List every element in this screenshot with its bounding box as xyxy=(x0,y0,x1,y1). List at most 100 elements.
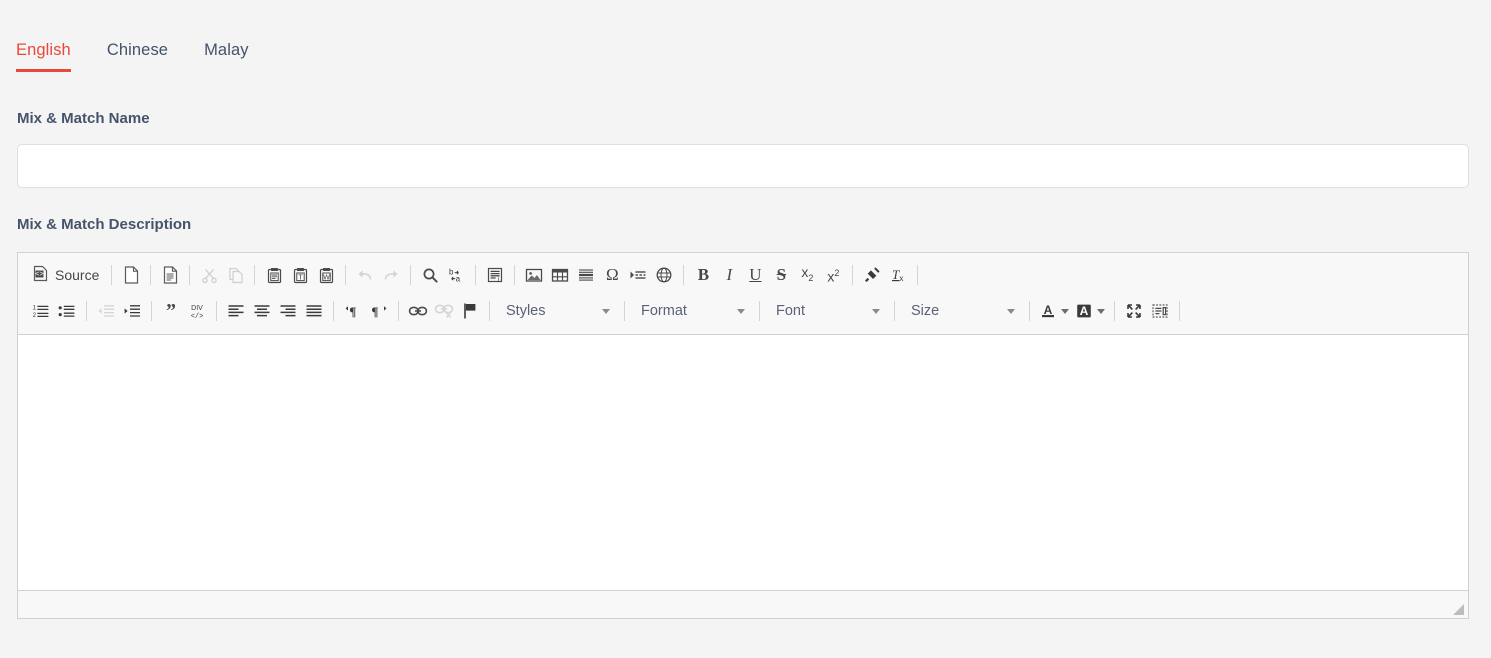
svg-text:<>: <> xyxy=(35,271,43,279)
svg-text:a: a xyxy=(456,274,461,283)
align-center-icon[interactable] xyxy=(249,298,275,324)
mix-match-name-label: Mix & Match Name xyxy=(17,110,150,127)
source-icon: <> xyxy=(32,265,49,285)
page-break-icon[interactable] xyxy=(625,262,651,288)
toolbar-separator xyxy=(624,301,625,321)
chevron-down-icon xyxy=(737,308,745,314)
div-container-icon[interactable]: DIV </> xyxy=(184,298,210,324)
select-all-icon[interactable]: I xyxy=(482,262,508,288)
iframe-icon[interactable] xyxy=(651,262,677,288)
chevron-down-icon xyxy=(1007,308,1015,314)
toolbar-separator xyxy=(345,265,347,285)
chevron-down-icon xyxy=(602,308,610,314)
tab-english-label: English xyxy=(16,41,71,59)
strikethrough-icon[interactable]: S xyxy=(768,262,794,288)
editor-status-bar xyxy=(18,590,1468,618)
toolbar-separator xyxy=(894,301,895,321)
mix-match-name-input[interactable] xyxy=(17,144,1469,188)
cut-icon[interactable] xyxy=(196,262,222,288)
bulleted-list-icon[interactable] xyxy=(54,298,80,324)
subscript-icon[interactable]: x2 xyxy=(794,262,820,288)
font-dropdown-label: Font xyxy=(776,303,806,319)
align-right-icon[interactable] xyxy=(275,298,301,324)
paste-icon[interactable] xyxy=(261,262,287,288)
text-direction-ltr-icon[interactable]: ¶ xyxy=(340,298,366,324)
tab-chinese[interactable]: Chinese xyxy=(89,40,186,72)
tab-english[interactable]: English xyxy=(16,40,89,72)
svg-text:W: W xyxy=(323,274,330,281)
copy-icon[interactable] xyxy=(222,262,248,288)
underline-icon[interactable]: U xyxy=(742,262,768,288)
toolbar-separator xyxy=(683,265,685,285)
superscript-icon[interactable]: x2 xyxy=(820,262,846,288)
text-direction-rtl-icon[interactable]: ¶ xyxy=(366,298,392,324)
show-blocks-icon[interactable] xyxy=(1147,298,1173,324)
text-color-icon[interactable]: A xyxy=(1036,298,1072,324)
maximize-icon[interactable] xyxy=(1121,298,1147,324)
svg-text:¶: ¶ xyxy=(349,304,356,319)
toolbar-separator xyxy=(111,265,113,285)
image-icon[interactable] xyxy=(521,262,547,288)
link-icon[interactable] xyxy=(405,298,431,324)
increase-indent-icon[interactable] xyxy=(119,298,145,324)
blockquote-icon[interactable]: ” xyxy=(158,298,184,324)
paste-from-word-icon[interactable]: W xyxy=(313,262,339,288)
mix-match-description-label: Mix & Match Description xyxy=(17,216,192,233)
toolbar-separator xyxy=(86,301,87,321)
font-dropdown[interactable]: Font xyxy=(768,298,886,324)
source-button[interactable]: <> Source xyxy=(28,262,105,288)
toolbar-separator xyxy=(1114,301,1115,321)
bold-icon[interactable]: B xyxy=(690,262,716,288)
styles-dropdown-label: Styles xyxy=(506,303,546,319)
templates-icon[interactable] xyxy=(157,262,183,288)
special-character-icon[interactable]: Ω xyxy=(599,262,625,288)
unlink-icon[interactable] xyxy=(431,298,457,324)
toolbar-separator xyxy=(398,301,399,321)
svg-text:I: I xyxy=(498,276,500,283)
numbered-list-icon[interactable]: 1 2 xyxy=(28,298,54,324)
chevron-down-icon xyxy=(872,308,880,314)
styles-dropdown[interactable]: Styles xyxy=(498,298,616,324)
tab-malay-label: Malay xyxy=(204,41,249,59)
toolbar-separator xyxy=(216,301,217,321)
description-editor-body[interactable] xyxy=(18,335,1468,590)
toolbar-separator xyxy=(333,301,334,321)
chevron-down-icon xyxy=(1097,308,1105,314)
find-icon[interactable] xyxy=(417,262,443,288)
size-dropdown[interactable]: Size xyxy=(903,298,1021,324)
resize-grip-icon[interactable] xyxy=(1453,604,1464,615)
align-left-icon[interactable] xyxy=(223,298,249,324)
table-icon[interactable] xyxy=(547,262,573,288)
toolbar-separator xyxy=(759,301,760,321)
toolbar-separator xyxy=(254,265,256,285)
anchor-icon[interactable] xyxy=(457,298,483,324)
toolbar-separator xyxy=(852,265,854,285)
format-dropdown[interactable]: Format xyxy=(633,298,751,324)
mix-and-match-form: English Chinese Malay Mix & Match Name M… xyxy=(0,0,1491,658)
toolbar-separator xyxy=(150,265,152,285)
toolbar-separator xyxy=(475,265,477,285)
undo-icon[interactable] xyxy=(352,262,378,288)
copy-formatting-icon[interactable] xyxy=(859,262,885,288)
svg-text:T: T xyxy=(298,272,303,281)
replace-icon[interactable]: b a xyxy=(443,262,469,288)
toolbar-separator xyxy=(489,301,490,321)
tab-malay[interactable]: Malay xyxy=(186,40,267,72)
rich-text-editor: <> Source T W b a I Ω B I U S x2 x2 T x … xyxy=(17,252,1469,619)
horizontal-rule-icon[interactable] xyxy=(573,262,599,288)
new-page-icon[interactable] xyxy=(118,262,144,288)
remove-format-icon[interactable]: T x xyxy=(885,262,911,288)
decrease-indent-icon[interactable] xyxy=(93,298,119,324)
paste-as-plain-text-icon[interactable]: T xyxy=(287,262,313,288)
toolbar-separator xyxy=(189,265,191,285)
redo-icon[interactable] xyxy=(378,262,404,288)
background-color-icon[interactable]: A xyxy=(1072,298,1108,324)
svg-text:A: A xyxy=(1044,303,1053,317)
toolbar-separator xyxy=(151,301,152,321)
source-button-label: Source xyxy=(55,267,100,283)
toolbar-separator xyxy=(1029,301,1030,321)
justify-icon[interactable] xyxy=(301,298,327,324)
svg-text:2: 2 xyxy=(33,313,37,319)
svg-text:A: A xyxy=(1080,304,1089,318)
italic-icon[interactable]: I xyxy=(716,262,742,288)
